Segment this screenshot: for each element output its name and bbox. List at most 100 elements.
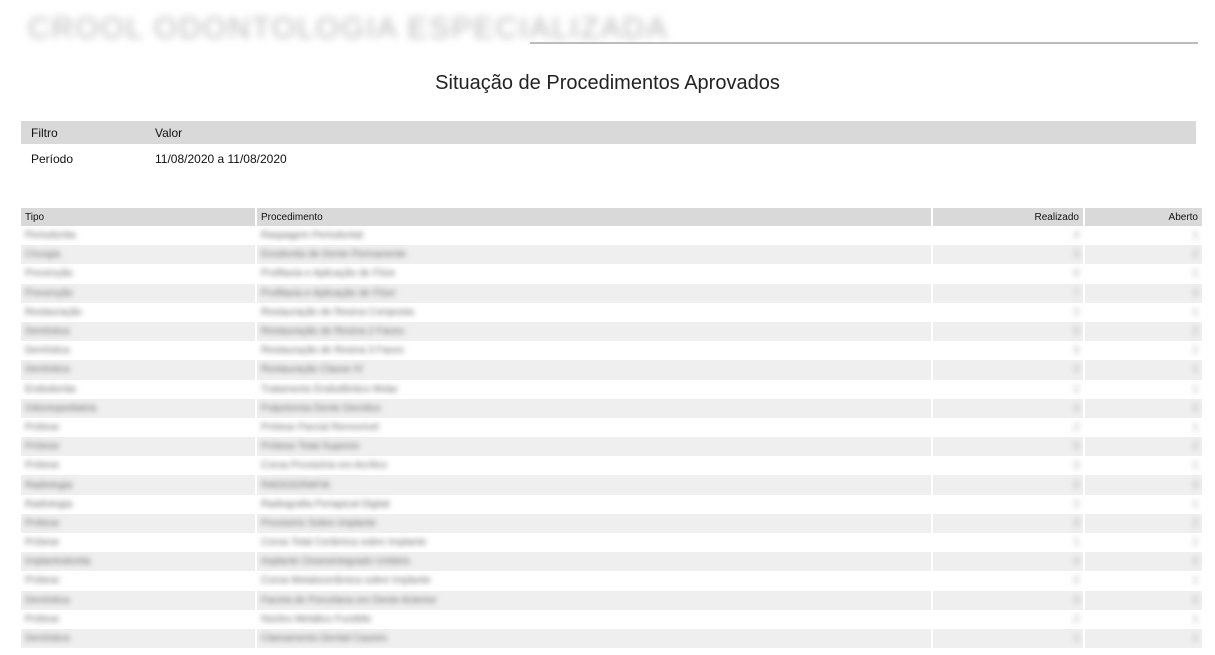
tipo-cell: Prótese — [21, 513, 255, 533]
filter-value: 11/08/2020 a 11/08/2020 — [155, 152, 287, 166]
tipo-cell: Restauração — [21, 303, 255, 322]
procedimento-cell: Coroa Metalocerâmica sobre Implante — [257, 571, 931, 590]
realizado-cell: 3 — [933, 341, 1083, 360]
procedimento-cell: Prótese Total Superior — [257, 437, 931, 457]
procedimento-cell-text: Coroa Metalocerâmica sobre Implante — [261, 575, 431, 587]
aberto-cell: 2 — [1085, 398, 1202, 418]
aberto-cell: 1 — [1085, 571, 1202, 590]
procedimento-cell-text: Exodontia de Dente Permanente — [261, 249, 407, 261]
realizado-column-header: Realizado — [933, 208, 1083, 226]
tipo-cell-text: Prevenção — [25, 287, 73, 299]
tipo-cell-text: Prótese — [25, 575, 60, 587]
realizado-cell: 4 — [933, 552, 1083, 572]
realizado-cell: 3 — [933, 513, 1083, 533]
aberto-cell-text: 1 — [1192, 575, 1198, 587]
aberto-cell-text: 2 — [1192, 517, 1198, 529]
procedimento-cell-text: Coroa Provisória em Acrílico — [261, 460, 388, 472]
tipo-cell: Prótese — [21, 610, 255, 629]
procedimento-cell: Implante Osseointegrado Unitário — [257, 552, 931, 572]
procedimento-cell: Radiografia Periapical Digital — [257, 495, 931, 514]
tipo-cell: Prevenção — [21, 264, 255, 283]
tipo-cell-text: Prótese — [25, 613, 60, 625]
tipo-cell-text: Endodontia — [25, 383, 76, 395]
aberto-cell: 2 — [1085, 513, 1202, 533]
procedimento-cell-text: Pulpotomia Dente Decíduo — [261, 402, 381, 414]
realizado-cell: 1 — [933, 533, 1083, 552]
procedimento-cell-text: Restauração de Resina Composta — [261, 306, 414, 318]
tipo-cell: Radiologia — [21, 495, 255, 514]
aberto-cell: 1 — [1085, 628, 1202, 649]
value-column-header: Valor — [145, 121, 1196, 144]
aberto-cell: 1 — [1085, 380, 1202, 399]
tipo-cell: Endodontia — [21, 380, 255, 399]
tipo-cell: Radiologia — [21, 475, 255, 495]
tipo-cell: Implantodontia — [21, 552, 255, 572]
realizado-cell-text: 3 — [1073, 460, 1079, 472]
table-row: Dentística Faceta de Porcelana em Dente A… — [21, 590, 1202, 610]
tipo-cell-text: Prótese — [25, 537, 60, 549]
realizado-cell: 6 — [933, 475, 1083, 495]
table-row: Dentística Restauração Classe IV 2 1 — [21, 360, 1202, 380]
procedimento-cell: Coroa Provisória em Acrílico — [257, 456, 931, 475]
aberto-cell: 1 — [1085, 495, 1202, 514]
realizado-cell-text: 1 — [1073, 537, 1079, 549]
procedimento-cell-text: Radiografia Periapical Digital — [261, 498, 390, 510]
realizado-cell: 1 — [933, 380, 1083, 399]
procedures-header-row: Tipo Procedimento Realizado Aberto — [21, 208, 1202, 226]
aberto-cell: 2 — [1085, 437, 1202, 457]
table-row: Dentística Restauração de Resina 2 Faces 5… — [21, 321, 1202, 342]
procedimento-cell: Restauração de Resina 2 Faces — [257, 321, 931, 342]
tipo-cell-text: Dentística — [25, 364, 70, 376]
realizado-cell: 3 — [933, 245, 1083, 265]
aberto-cell: 2 — [1085, 552, 1202, 572]
procedures-table-body: Periodontia Raspagem Periodontal 4 1 Cirurgi… — [21, 226, 1202, 649]
realizado-cell-text: 5 — [1073, 441, 1079, 453]
realizado-cell-text: 1 — [1073, 383, 1079, 395]
report-title: Situação de Procedimentos Aprovados — [435, 72, 780, 94]
realizado-cell-text: 4 — [1073, 556, 1079, 568]
table-row: Prevenção Profilaxia e Aplicação de Flúor… — [21, 264, 1202, 283]
realizado-cell-text: 6 — [1073, 479, 1079, 491]
realizado-cell: 2 — [933, 303, 1083, 322]
aberto-cell-text: 3 — [1192, 479, 1198, 491]
aberto-cell: 1 — [1085, 264, 1202, 283]
realizado-cell: 2 — [933, 495, 1083, 514]
table-row: Odontopediatria Pulpotomia Dente Decíduo 4… — [21, 398, 1202, 418]
table-row: Prótese Coroa Total Cerâmica sobre Implan… — [21, 533, 1202, 552]
tipo-cell: Prótese — [21, 533, 255, 552]
clinic-logo: CROOL ODONTOLOGIA ESPECIALIZADA — [28, 12, 669, 45]
procedimento-cell-text: Clareamento Dental Caseiro — [261, 633, 388, 645]
table-row: Prótese Núcleo Metálico Fundido 2 1 — [21, 610, 1202, 629]
aberto-cell-text: 1 — [1192, 306, 1198, 318]
tipo-cell-text: Prótese — [25, 460, 60, 472]
aberto-column-header: Aberto — [1085, 208, 1202, 226]
tipo-cell: Odontopediatria — [21, 398, 255, 418]
procedimento-cell: Faceta de Porcelana em Dente Anterior — [257, 590, 931, 610]
realizado-cell-text: 4 — [1073, 230, 1079, 242]
realizado-cell-text: 3 — [1073, 517, 1079, 529]
realizado-cell-text: 3 — [1073, 345, 1079, 357]
procedimento-cell-text: Restauração de Resina 3 Faces — [261, 345, 404, 357]
procedures-table: Tipo Procedimento Realizado Aberto Perio… — [19, 208, 1204, 649]
tipo-cell: Prevenção — [21, 283, 255, 303]
table-row: Implantodontia Implante Osseointegrado Un… — [21, 552, 1202, 572]
realizado-cell: 2 — [933, 418, 1083, 437]
table-row: Prótese Coroa Provisória em Acrílico 3 1 — [21, 456, 1202, 475]
tipo-cell-text: Dentística — [25, 633, 70, 645]
aberto-cell-text: 2 — [1192, 556, 1198, 568]
tipo-cell-text: Periodontia — [25, 230, 76, 242]
procedimento-cell-text: Núcleo Metálico Fundido — [261, 613, 372, 625]
aberto-cell-text: 2 — [1192, 441, 1198, 453]
realizado-cell: 1 — [933, 628, 1083, 649]
aberto-cell: 1 — [1085, 303, 1202, 322]
realizado-cell: 2 — [933, 610, 1083, 629]
realizado-cell-text: 7 — [1073, 287, 1079, 299]
aberto-cell-text: 1 — [1192, 230, 1198, 242]
table-row: Prótese Prótese Parcial Removível 2 1 — [21, 418, 1202, 437]
aberto-cell: 1 — [1085, 360, 1202, 380]
realizado-cell: 2 — [933, 360, 1083, 380]
filter-column-header: Filtro — [21, 121, 145, 144]
realizado-cell: 3 — [933, 590, 1083, 610]
tipo-cell-text: Dentística — [25, 345, 70, 357]
tipo-cell: Dentística — [21, 341, 255, 360]
